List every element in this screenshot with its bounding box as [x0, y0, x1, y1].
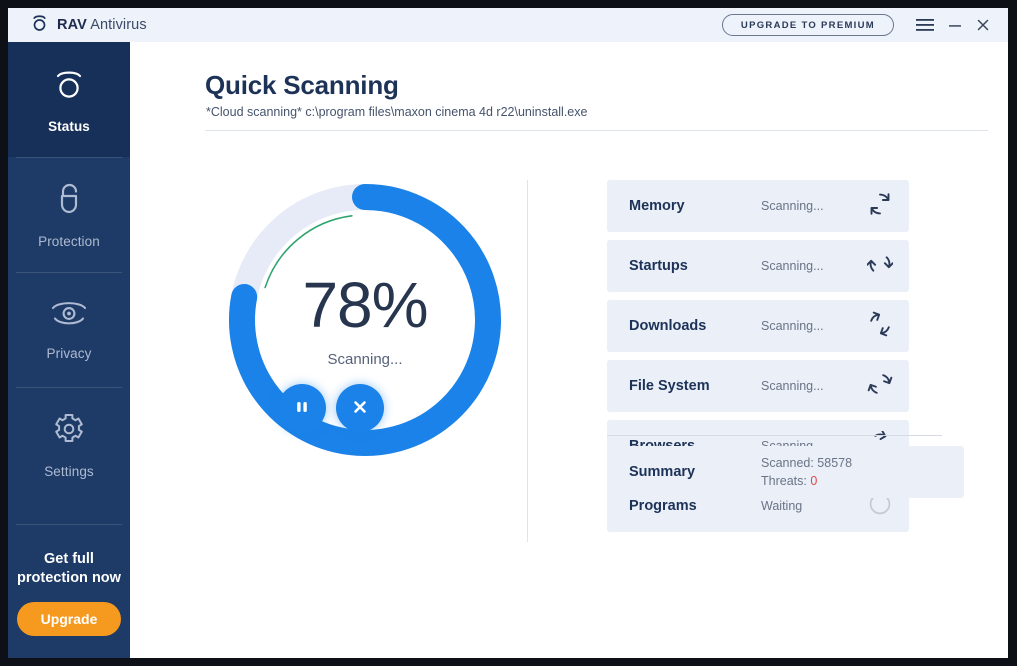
- scan-path-subtitle: *Cloud scanning* c:\program files\maxon …: [206, 105, 588, 119]
- upgrade-button[interactable]: Upgrade: [16, 602, 122, 636]
- sidebar-item-protection[interactable]: Protection: [8, 157, 130, 272]
- page-title: Quick Scanning: [205, 70, 399, 100]
- gear-icon: [51, 411, 87, 452]
- scan-controls: [278, 384, 384, 432]
- table-row[interactable]: Downloads Scanning...: [607, 300, 909, 352]
- close-x-icon: [351, 398, 369, 419]
- header-divider: [205, 130, 988, 131]
- sidebar-item-label: Protection: [38, 233, 100, 249]
- pause-icon: [293, 398, 311, 419]
- brand-bold: RAV: [57, 17, 87, 33]
- threats-line: Threats: 0: [761, 472, 852, 490]
- scan-item-status: Scanning...: [761, 199, 824, 213]
- scan-item-name: Memory: [629, 198, 685, 214]
- brand-light: Antivirus: [90, 17, 147, 33]
- rav-o-logo-icon: [30, 13, 49, 37]
- summary-divider: [607, 435, 942, 436]
- scan-item-status: Scanning...: [761, 379, 824, 393]
- threats-label: Threats:: [761, 474, 811, 488]
- scanned-count: Scanned: 58578: [761, 455, 853, 470]
- promo-text: Get full protection now: [17, 550, 121, 588]
- scan-item-status: Scanning...: [761, 259, 824, 273]
- sidebar-item-privacy[interactable]: Privacy: [8, 272, 130, 387]
- summary-values: Scanned: 58578 Threats: 0: [761, 454, 852, 490]
- upgrade-to-premium-button[interactable]: UPGRADE TO PREMIUM: [721, 14, 894, 36]
- eye-icon: [49, 299, 89, 334]
- lock-open-icon: [52, 181, 86, 222]
- stop-scan-button[interactable]: [336, 384, 384, 432]
- sidebar-item-label: Status: [48, 118, 90, 134]
- summary-label: Summary: [629, 464, 696, 480]
- hamburger-menu-icon[interactable]: [912, 12, 938, 38]
- table-row[interactable]: Startups Scanning...: [607, 240, 909, 292]
- scan-item-name: File System: [629, 378, 710, 394]
- scan-item-name: Programs: [629, 498, 697, 514]
- promo-line-1: Get full: [44, 551, 94, 568]
- minimize-icon[interactable]: [942, 12, 968, 38]
- sidebar: Status Protection Privacy Settings Get f…: [8, 42, 130, 658]
- promo-panel: Get full protection now Upgrade: [8, 524, 130, 658]
- sidebar-item-status[interactable]: Status: [8, 42, 130, 157]
- brand-title: RAV Antivirus: [57, 17, 147, 33]
- scan-item-name: Downloads: [629, 318, 707, 334]
- sidebar-item-label: Privacy: [46, 345, 92, 361]
- close-icon[interactable]: [970, 12, 996, 38]
- refresh-spin-icon: [867, 371, 893, 402]
- main-content: Quick Scanning *Cloud scanning* c:\progr…: [130, 42, 1008, 658]
- table-row[interactable]: File System Scanning...: [607, 360, 909, 412]
- pause-scan-button[interactable]: [278, 384, 326, 432]
- refresh-spin-icon: [867, 191, 893, 222]
- threats-count: 0: [810, 474, 818, 488]
- table-row[interactable]: Memory Scanning...: [607, 180, 909, 232]
- scan-item-name: Startups: [629, 258, 688, 274]
- title-bar: RAV Antivirus UPGRADE TO PREMIUM: [8, 8, 1008, 42]
- column-divider: [527, 180, 528, 542]
- app-window: RAV Antivirus UPGRADE TO PREMIUM Status …: [8, 8, 1008, 658]
- app-brand: RAV Antivirus: [30, 13, 147, 37]
- promo-line-2: protection now: [17, 570, 121, 587]
- sidebar-item-settings[interactable]: Settings: [8, 387, 130, 502]
- titlebar-controls: UPGRADE TO PREMIUM: [721, 12, 1008, 38]
- sidebar-item-label: Settings: [44, 463, 94, 479]
- refresh-spin-icon: [867, 311, 893, 342]
- scan-item-status: Waiting: [761, 499, 803, 513]
- refresh-spin-icon: [866, 251, 894, 282]
- scan-item-status: Scanning...: [761, 319, 824, 333]
- summary-row: Summary Scanned: 58578 Threats: 0: [607, 446, 964, 498]
- shield-o-status-icon: [51, 66, 87, 107]
